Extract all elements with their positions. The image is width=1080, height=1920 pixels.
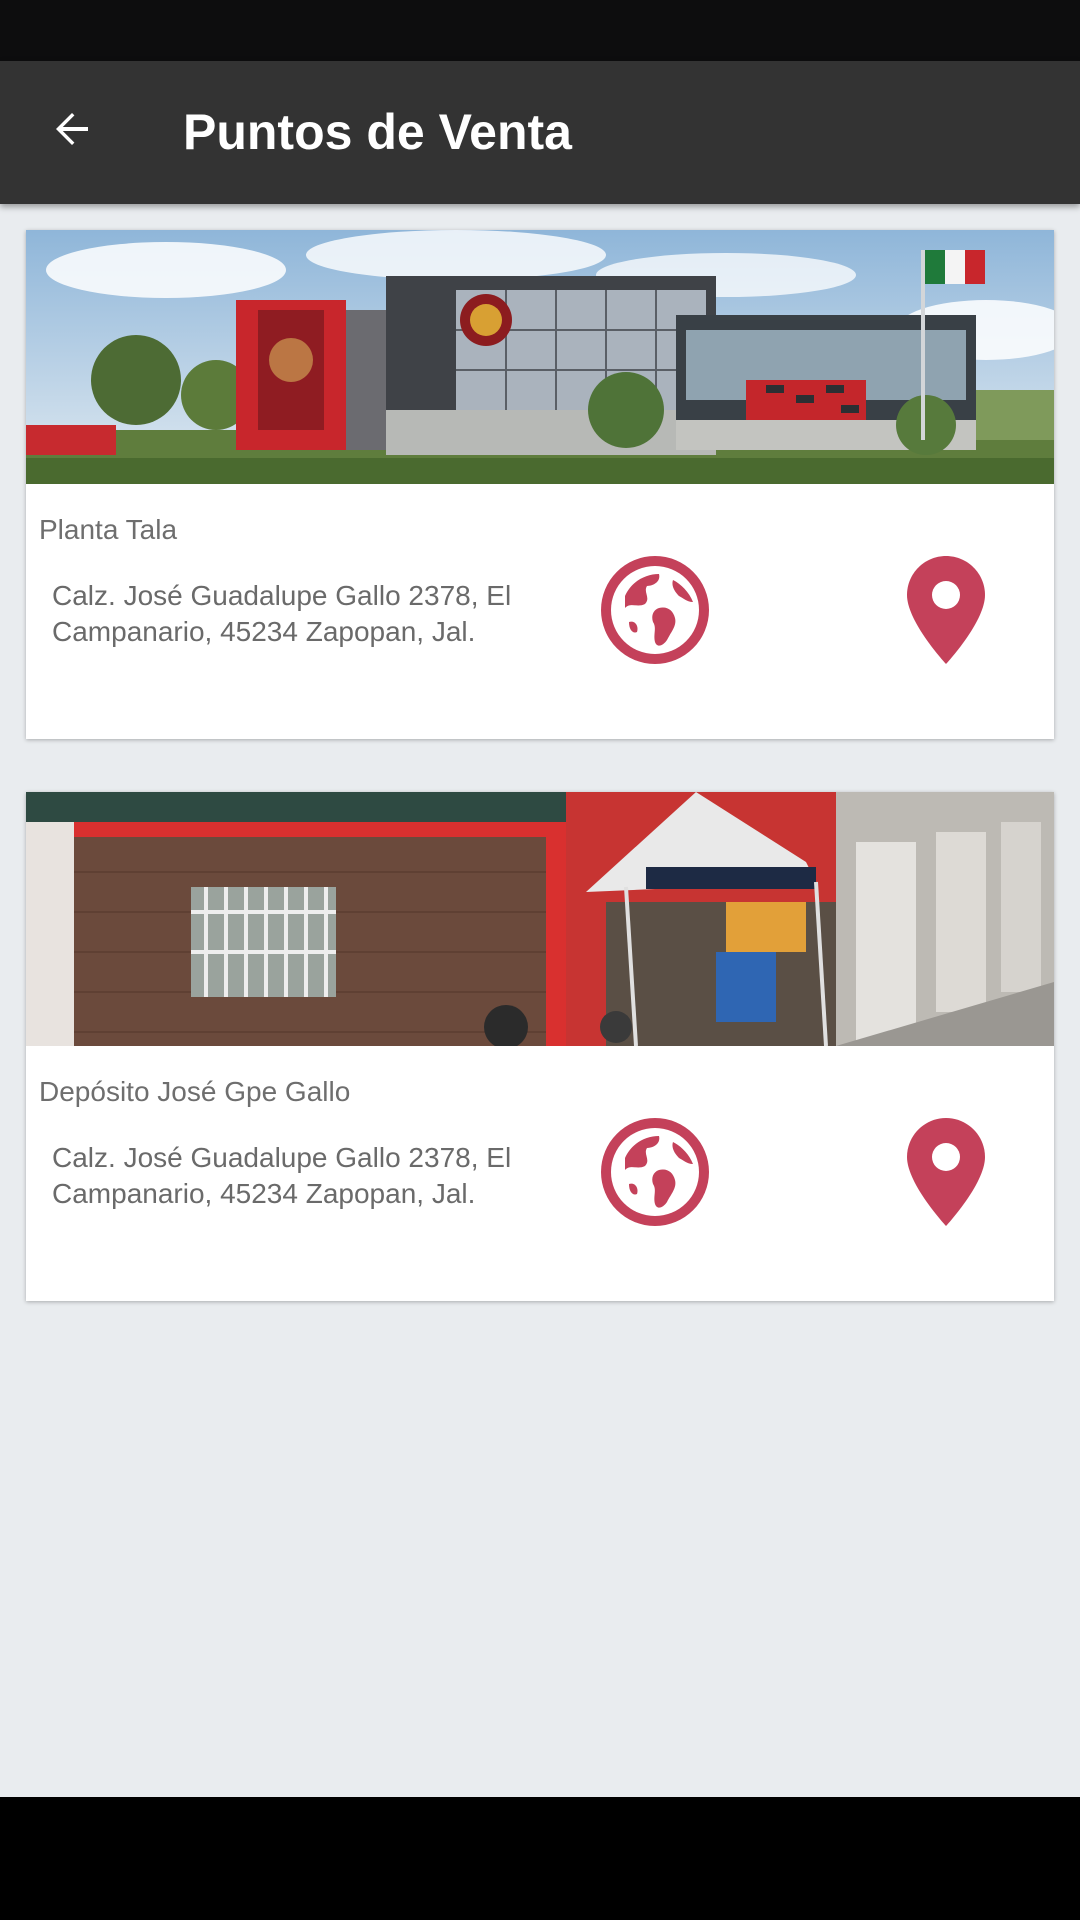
location-card: Planta Tala Calz. José Guadalupe Gallo 2… <box>26 230 1054 739</box>
map-button[interactable] <box>896 555 996 669</box>
app-bar: Puntos de Venta <box>0 61 1080 204</box>
location-card: Depósito José Gpe Gallo Calz. José Guada… <box>26 792 1054 1301</box>
map-pin-icon <box>907 555 985 669</box>
location-address: Calz. José Guadalupe Gallo 2378, El Camp… <box>52 1142 512 1209</box>
arrow-back-icon <box>48 105 96 158</box>
globe-icon <box>601 1117 709 1231</box>
location-name: Planta Tala <box>39 514 178 545</box>
location-name: Depósito José Gpe Gallo <box>39 1076 351 1107</box>
page-title: Puntos de Venta <box>183 104 572 160</box>
status-bar <box>0 0 1080 61</box>
plant-building-photo <box>26 230 1054 484</box>
depot-storefront-photo <box>26 792 1054 1046</box>
back-button[interactable] <box>36 95 108 167</box>
map-pin-icon <box>907 1117 985 1231</box>
website-button[interactable] <box>599 1117 711 1231</box>
navigation-bar <box>0 1797 1080 1920</box>
globe-icon <box>601 555 709 669</box>
website-button[interactable] <box>599 555 711 669</box>
location-address: Calz. José Guadalupe Gallo 2378, El Camp… <box>52 580 512 647</box>
map-button[interactable] <box>896 1117 996 1231</box>
